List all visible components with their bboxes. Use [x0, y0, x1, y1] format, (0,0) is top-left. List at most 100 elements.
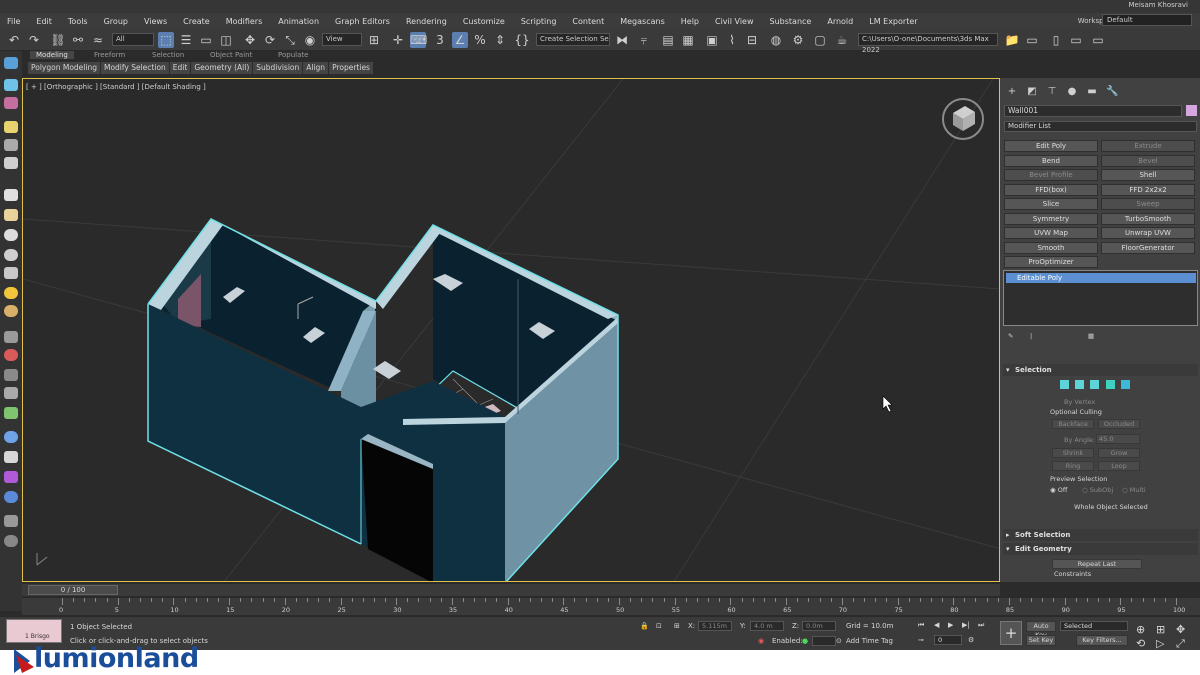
angle-field[interactable]: 45.0 [1096, 434, 1140, 444]
subtab-edit[interactable]: Edit [169, 62, 191, 74]
rotate-icon[interactable]: ⟳ [262, 32, 278, 48]
hierarchy-tab-icon[interactable]: ⊤ [1046, 86, 1058, 98]
modifier-button-edit-poly[interactable]: Edit Poly [1004, 140, 1098, 152]
subtab-subdivision[interactable]: Subdivision [253, 62, 303, 74]
current-frame-field[interactable]: 0 [934, 635, 962, 645]
subtab-geometry-all[interactable]: Geometry (All) [191, 62, 253, 74]
set-key-big-icon[interactable]: + [1000, 621, 1022, 645]
link-icon[interactable]: ⛓ [50, 32, 66, 48]
menu-lm-exporter[interactable]: LM Exporter [862, 17, 926, 26]
go-to-end-icon[interactable]: ⏭ [978, 621, 984, 630]
user-name[interactable]: Meisam Khosravi [1129, 1, 1188, 9]
tab-object-paint[interactable]: Object Paint [210, 51, 252, 59]
project-folder-icon[interactable]: 📁 [1004, 32, 1020, 48]
named-selection-set-select[interactable]: Create Selection Se [536, 33, 610, 46]
cone-icon[interactable] [4, 267, 18, 279]
mirror-icon[interactable]: ⧓ [614, 32, 630, 48]
render-production-icon[interactable]: ☕ [834, 32, 850, 48]
modifier-button-bevel-profile[interactable]: Bevel Profile [1004, 169, 1098, 181]
menu-civil-view[interactable]: Civil View [708, 17, 763, 26]
hierarchy-icon[interactable] [4, 369, 18, 381]
show-end-result-icon[interactable]: | [1030, 332, 1032, 340]
sun-icon[interactable] [4, 287, 18, 299]
modifier-button-symmetry[interactable]: Symmetry [1004, 212, 1098, 225]
adaptive-degradation-icon[interactable]: ◉ [758, 637, 764, 645]
tab-modeling[interactable]: Modeling [30, 51, 74, 59]
next-frame-icon[interactable]: ▶| [962, 621, 970, 629]
material-icon[interactable] [4, 97, 18, 109]
camera-icon[interactable] [4, 139, 18, 151]
select-object-icon[interactable]: ⬚ [158, 32, 174, 48]
x-coordinate-field[interactable]: 5.115m [698, 621, 732, 631]
display-tab-icon[interactable]: ▬ [1086, 86, 1098, 98]
previous-frame-icon[interactable]: ◀ [934, 621, 939, 629]
edge-icon[interactable] [1075, 380, 1084, 389]
helper-icon[interactable] [4, 387, 18, 399]
auto-key-button[interactable]: Auto Key [1026, 621, 1056, 639]
menu-tools[interactable]: Tools [61, 17, 97, 26]
modifier-button-bevel[interactable]: Bevel [1101, 154, 1195, 167]
menu-edit[interactable]: Edit [29, 17, 61, 26]
scale-icon[interactable]: ⤡ [282, 32, 298, 48]
selection-rollout[interactable]: Selection [1003, 364, 1198, 376]
play-icon[interactable]: ▶ [948, 621, 953, 629]
isolate-icon[interactable]: ⊡ [656, 622, 662, 630]
modifier-button-unwrap-uvw[interactable]: Unwrap UVW [1101, 227, 1195, 239]
time-slider[interactable]: 0 / 100 [22, 584, 1000, 596]
menu-create[interactable]: Create [176, 17, 219, 26]
move-icon[interactable]: ✥ [242, 32, 258, 48]
rectangular-selection-icon[interactable]: ▭ [198, 32, 214, 48]
preview-multi-radio[interactable]: ○ Multi [1122, 486, 1146, 494]
loop-button[interactable]: Loop [1098, 461, 1140, 471]
menu-megascans[interactable]: Megascans [613, 17, 674, 26]
by-vertex-label[interactable]: By Vertex [1064, 398, 1095, 406]
ribbon-toggle-icon[interactable]: ▣ [704, 32, 720, 48]
particle-icon[interactable] [4, 349, 18, 361]
shrink-button[interactable]: Shrink [1052, 448, 1094, 458]
layer-explorer-icon[interactable]: ▦ [680, 32, 696, 48]
menu-animation[interactable]: Animation [271, 17, 328, 26]
grow-button[interactable]: Grow [1098, 448, 1140, 458]
sphere-icon[interactable] [4, 229, 18, 241]
key-filters-button[interactable]: Key Filters... [1076, 635, 1128, 646]
modifier-button-smooth[interactable]: Smooth [1004, 241, 1098, 254]
open-icon[interactable]: ▭ [1024, 32, 1040, 48]
time-field[interactable] [812, 636, 836, 646]
unlink-icon[interactable]: ⚯ [70, 32, 86, 48]
angle-snap-icon[interactable]: ∠ [452, 32, 468, 48]
teapot-icon[interactable] [4, 57, 18, 69]
scene-icon[interactable] [4, 79, 18, 91]
subtab-properties[interactable]: Properties [329, 62, 373, 74]
zoom-all-icon[interactable]: ⊞ [1156, 623, 1165, 636]
object-name-field[interactable]: Wall001 [1004, 105, 1182, 117]
timeline-ruler[interactable]: 0 5 10 15 20 25 30 35 40 45 50 55 60 65 70 75 80 85 90 95 10… [22, 597, 1200, 615]
motion-tab-icon[interactable]: ● [1066, 86, 1078, 98]
set-key-button[interactable]: Set Key [1026, 635, 1056, 646]
modifier-button-uvw-map[interactable]: UVW Map [1004, 227, 1098, 239]
modifier-stack[interactable]: Editable Poly [1003, 270, 1198, 326]
light-bulb-icon[interactable] [4, 121, 18, 133]
plant-icon[interactable] [4, 407, 18, 419]
help-icon[interactable] [4, 535, 18, 547]
undo-icon[interactable]: ↶ [6, 32, 22, 48]
bind-space-warp-icon[interactable]: ≈ [90, 32, 106, 48]
orbit-icon[interactable]: ⟲ [1136, 637, 1145, 650]
menu-arnold[interactable]: Arnold [820, 17, 862, 26]
box-icon[interactable] [4, 189, 18, 201]
cylinder-icon[interactable] [4, 209, 18, 221]
field-of-view-icon[interactable]: ▷ [1156, 637, 1164, 650]
stack-item-editable-poly[interactable]: Editable Poly [1006, 273, 1196, 283]
rendered-frame-window-icon[interactable]: ▢ [812, 32, 828, 48]
menu-scripting[interactable]: Scripting [514, 17, 566, 26]
max-icon[interactable]: ▯ [1048, 32, 1064, 48]
modifier-list-select[interactable]: Modifier List [1004, 121, 1197, 132]
save-icon[interactable]: ▭ [1068, 32, 1084, 48]
occluded-button[interactable]: Occluded [1098, 419, 1140, 429]
border-icon[interactable] [1090, 380, 1099, 389]
lock-selection-icon[interactable]: 🔒 [640, 622, 649, 630]
edit-named-selection-icon[interactable]: {} [514, 32, 530, 48]
maximize-viewport-icon[interactable]: ⤢ [1176, 637, 1185, 651]
edit-geometry-rollout[interactable]: Edit Geometry [1003, 543, 1198, 555]
key-selection-select[interactable]: Selected [1060, 621, 1128, 631]
plugin-icon[interactable] [4, 471, 18, 483]
